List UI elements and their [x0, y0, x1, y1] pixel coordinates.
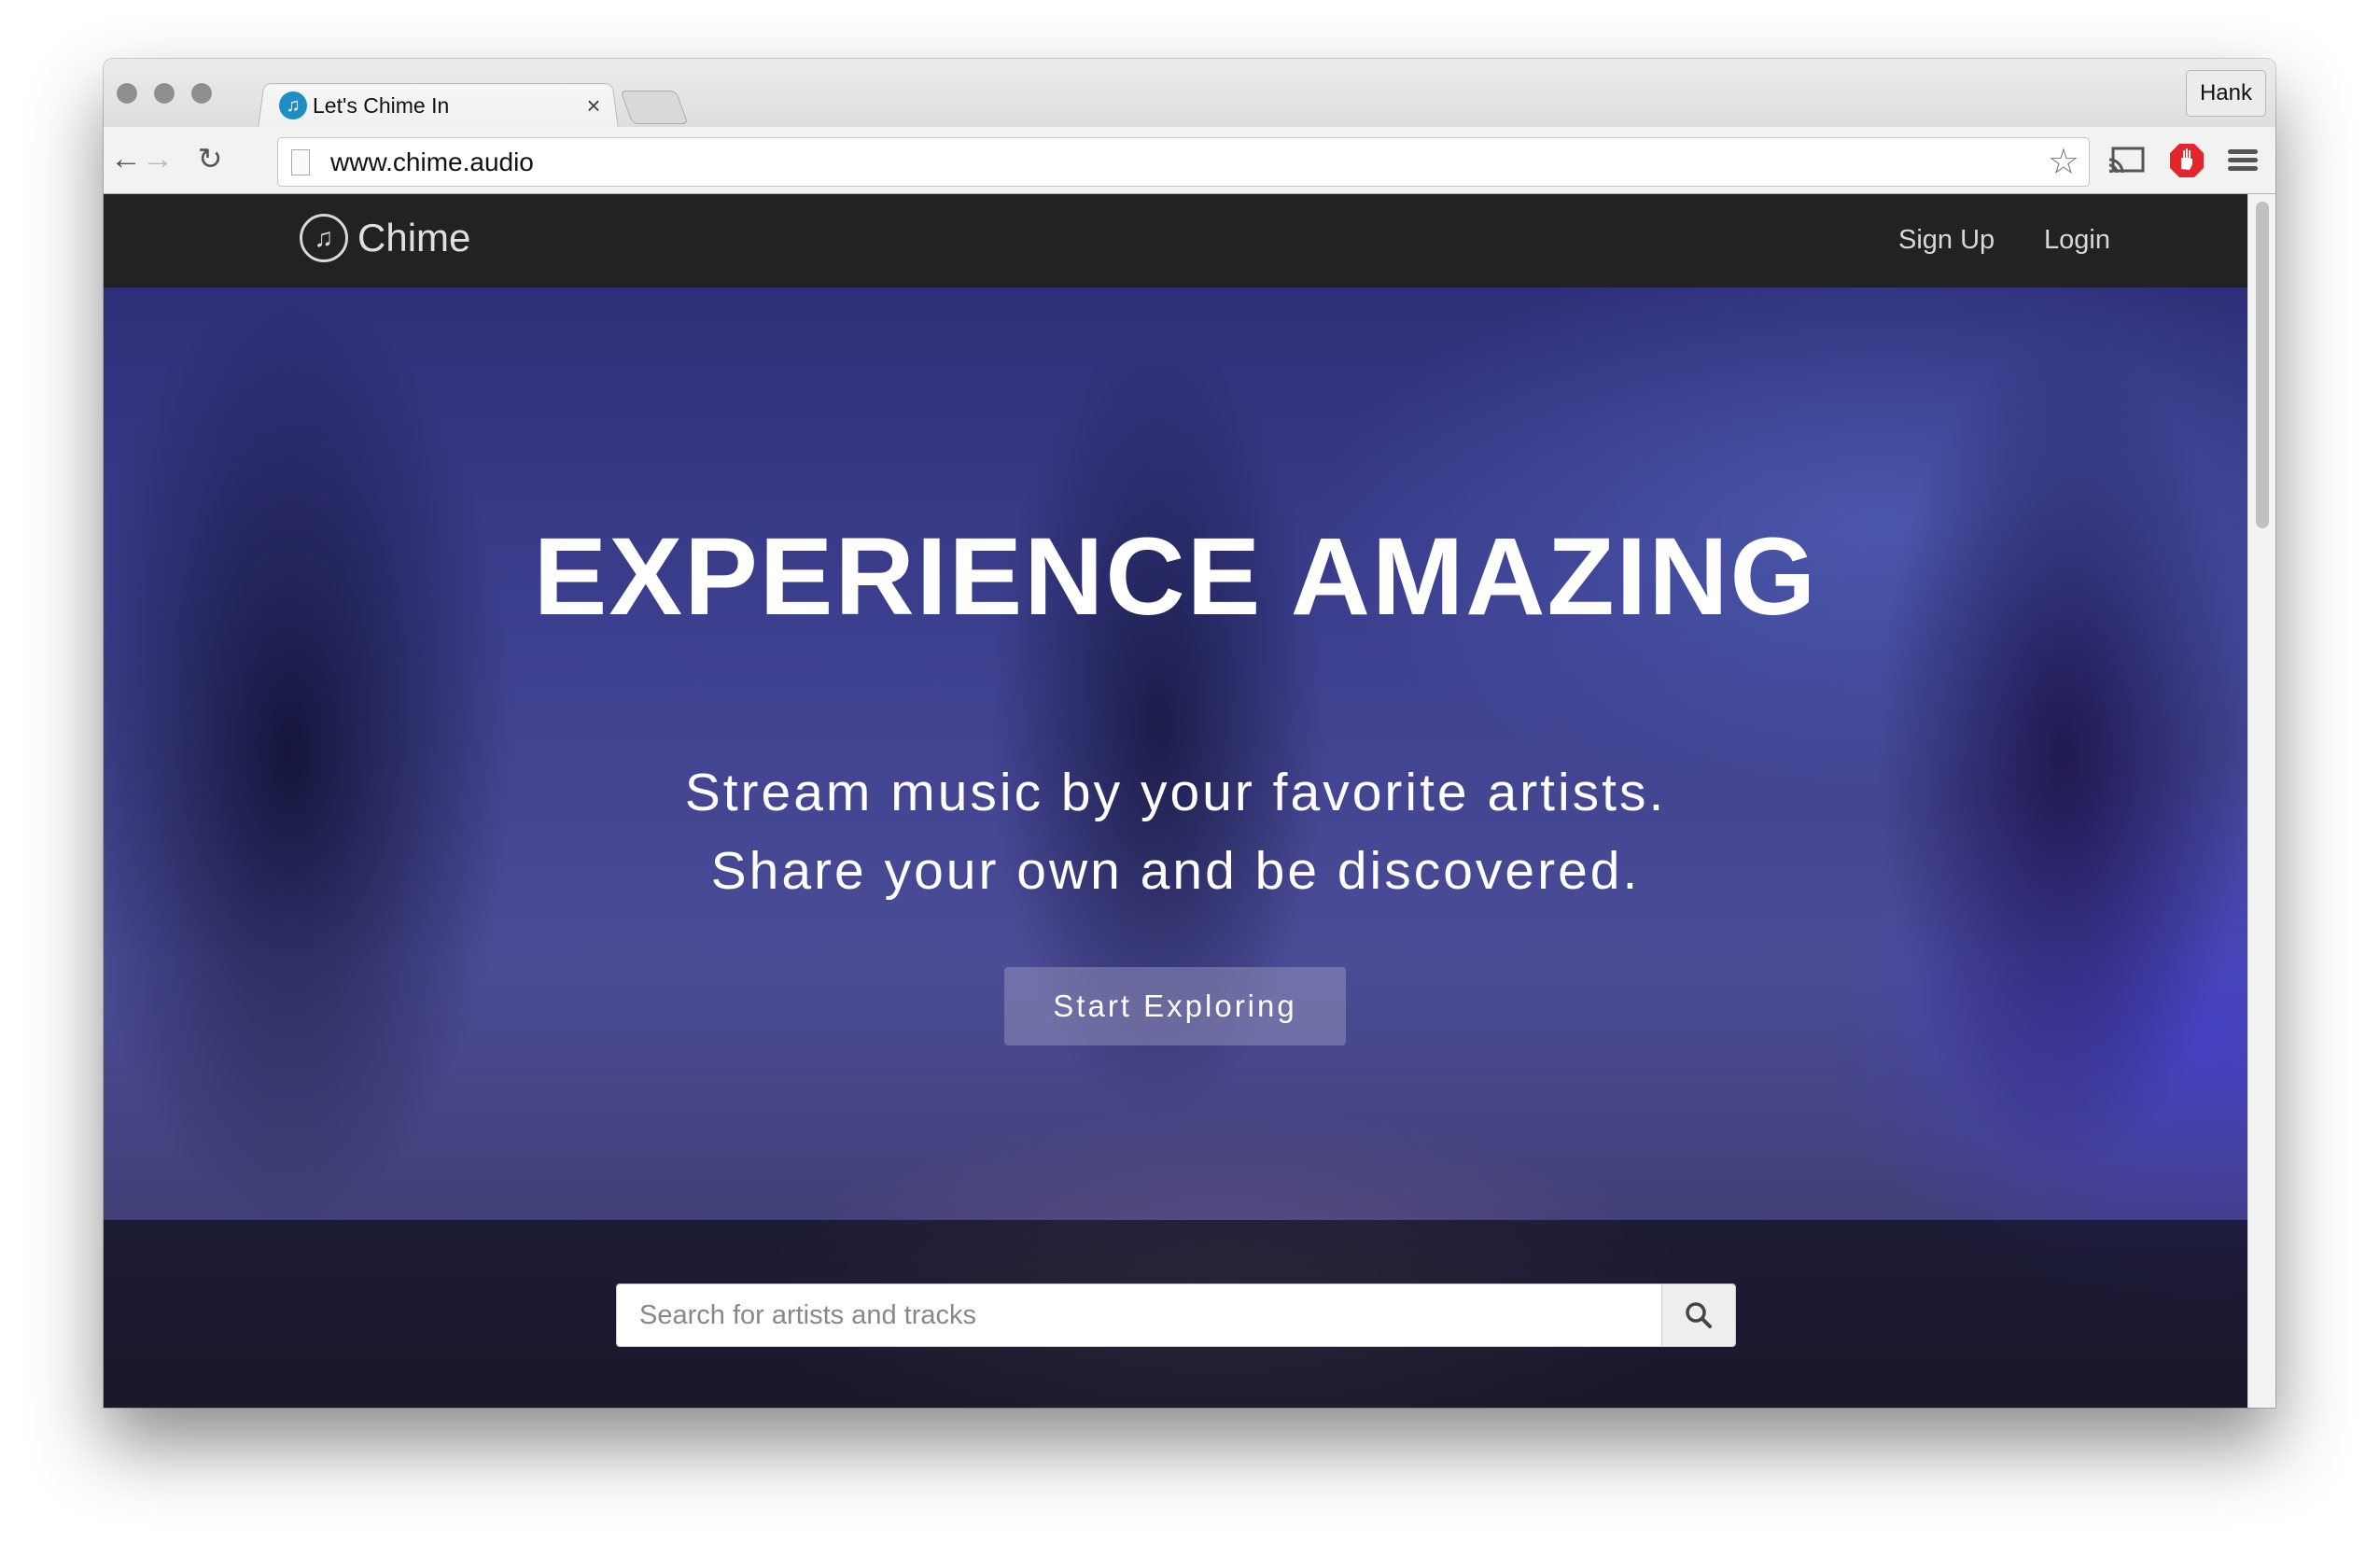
- address-bar[interactable]: www.chime.audio ☆: [277, 137, 2090, 187]
- hero-headline: EXPERIENCE AMAZING: [533, 515, 1818, 638]
- browser-window: ♫ Let's Chime In × Hank ← → ↻ www.chime.…: [104, 59, 2275, 1408]
- tab-bar: ♫ Let's Chime In × Hank: [104, 59, 2275, 129]
- hero-section: EXPERIENCE AMAZING Stream music by your …: [104, 288, 2247, 1408]
- forward-arrow-icon[interactable]: →: [135, 136, 180, 181]
- browser-toolbar: ← → ↻ www.chime.audio ☆: [104, 127, 2275, 194]
- reload-icon[interactable]: ↻: [188, 136, 232, 181]
- sign-up-link[interactable]: Sign Up: [1898, 225, 1995, 256]
- search-icon: [1686, 1302, 1712, 1328]
- search-band: [104, 1220, 2247, 1408]
- tab-close-icon[interactable]: ×: [580, 91, 608, 120]
- site-navbar: ♫ Chime Sign Up Login: [104, 194, 2247, 288]
- music-note-icon: ♫: [300, 214, 348, 262]
- search-bar: [616, 1283, 1736, 1347]
- new-tab-button[interactable]: [620, 91, 689, 124]
- search-button[interactable]: [1661, 1284, 1735, 1346]
- brand-name: Chime: [357, 216, 471, 260]
- login-link[interactable]: Login: [2044, 225, 2110, 256]
- cast-icon[interactable]: [2106, 140, 2147, 181]
- browser-tab-content[interactable]: ♫ Let's Chime In ×: [272, 87, 608, 124]
- bookmark-star-icon[interactable]: ☆: [2048, 141, 2079, 183]
- hero-subline-1: Stream music by your favorite artists.: [684, 763, 1667, 822]
- menu-icon[interactable]: [2222, 140, 2263, 181]
- url-text[interactable]: www.chime.audio: [330, 147, 2048, 177]
- start-exploring-button[interactable]: Start Exploring: [1004, 967, 1346, 1045]
- chime-favicon-icon: ♫: [279, 91, 307, 119]
- page-scrollbar[interactable]: [2247, 194, 2275, 1408]
- profile-button[interactable]: Hank: [2185, 70, 2266, 117]
- page-icon: [291, 148, 310, 175]
- adblock-icon[interactable]: [2166, 140, 2207, 181]
- scrollbar-thumb[interactable]: [2256, 202, 2269, 528]
- page-content: ♫ Chime Sign Up Login EXPERIENCE AMAZING…: [104, 194, 2247, 1408]
- search-input[interactable]: [617, 1284, 1661, 1346]
- close-window-button[interactable]: [117, 83, 137, 104]
- brand-logo[interactable]: ♫ Chime: [300, 214, 470, 262]
- zoom-window-button[interactable]: [191, 83, 212, 104]
- tab-title: Let's Chime In: [313, 92, 450, 118]
- minimize-window-button[interactable]: [154, 83, 175, 104]
- hero-subline-2: Share your own and be discovered.: [710, 841, 1641, 901]
